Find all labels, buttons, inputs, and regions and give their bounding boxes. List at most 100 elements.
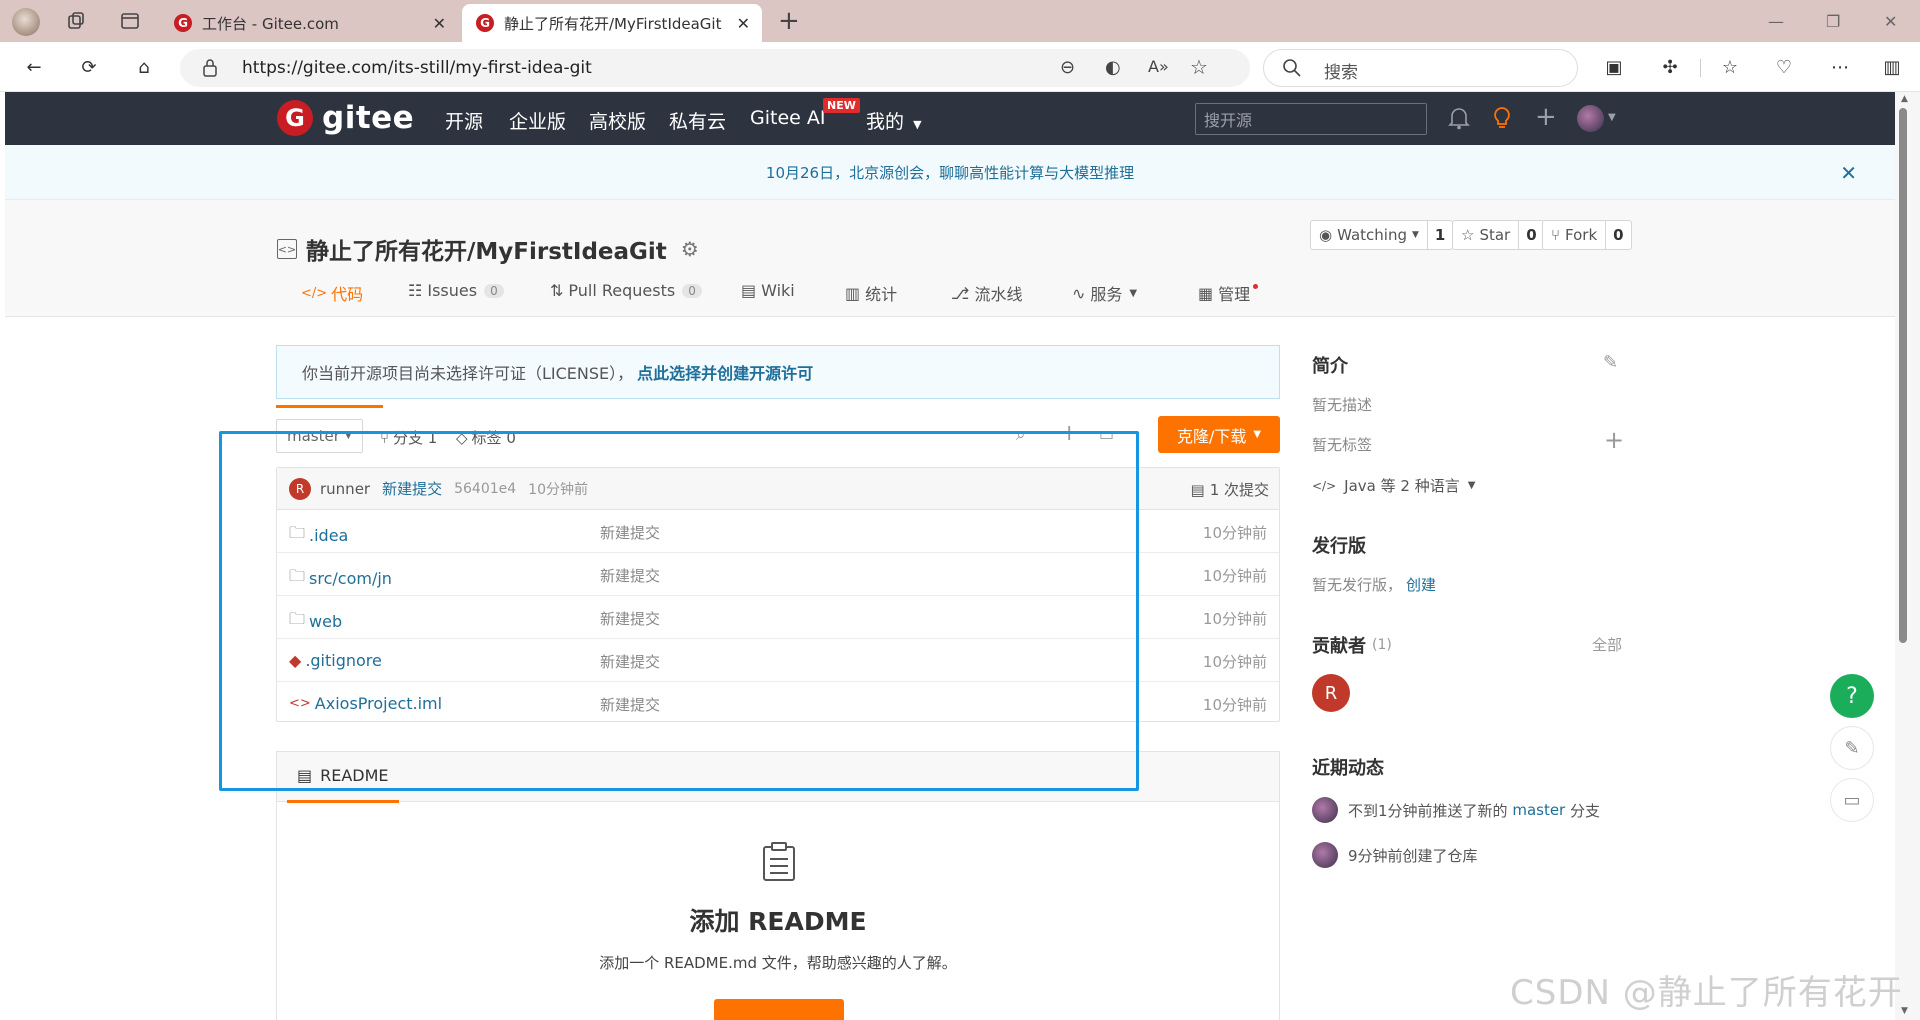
extensions-icon[interactable]: ✣ bbox=[1658, 55, 1682, 79]
back-icon[interactable]: ← bbox=[22, 55, 46, 79]
tab-manage-label: 管理 bbox=[1218, 285, 1251, 304]
pr-count: 0 bbox=[682, 283, 702, 298]
browser-tab-repo[interactable]: G 静止了所有花开/MyFirstIdeaGit ✕ bbox=[462, 4, 762, 42]
url-text[interactable]: https://gitee.com/its-still/my-first-ide… bbox=[242, 58, 592, 78]
repo-settings-icon[interactable]: ⚙ bbox=[681, 237, 699, 261]
activity-avatar[interactable] bbox=[1312, 842, 1338, 868]
home-icon[interactable]: ⌂ bbox=[132, 55, 156, 79]
commit-count-link[interactable]: ▤ 1 次提交 bbox=[1191, 479, 1270, 500]
scroll-up-icon[interactable]: ▲ bbox=[1901, 94, 1908, 104]
repo-title: <> 静止了所有花开/MyFirstIdeaGit ⚙ bbox=[277, 232, 699, 266]
tab-wiki[interactable]: ▤ Wiki bbox=[741, 281, 795, 300]
branch-link[interactable]: master bbox=[1512, 801, 1565, 819]
notice-text[interactable]: 10月26日，北京源创会，聊聊高性能计算与大模型推理 bbox=[766, 162, 1134, 183]
fork-button[interactable]: ⑂ Fork 0 bbox=[1542, 220, 1632, 250]
user-avatar[interactable] bbox=[1577, 105, 1604, 132]
tab-manage[interactable]: ▦ 管理 bbox=[1198, 281, 1259, 305]
scrollbar-thumb[interactable] bbox=[1899, 108, 1907, 643]
tab-title: 工作台 - Gitee.com bbox=[202, 14, 339, 33]
browser-toolbar: ← ⟳ ⌂ https://gitee.com/its-still/my-fir… bbox=[0, 42, 1920, 92]
nav-mine[interactable]: 我的 ▼ bbox=[866, 107, 922, 134]
favorites-icon[interactable]: ☆ bbox=[1718, 55, 1742, 79]
plus-icon[interactable]: + bbox=[1535, 102, 1557, 132]
bar-chart-icon: ▥ bbox=[845, 283, 861, 303]
star-label: Star bbox=[1479, 226, 1511, 244]
minimize-icon[interactable]: — bbox=[1768, 12, 1784, 31]
tab-issues-label: Issues bbox=[427, 281, 478, 300]
activity-avatar[interactable] bbox=[1312, 797, 1338, 823]
all-contributors-link[interactable]: 全部 bbox=[1592, 634, 1622, 655]
tab-pull-requests[interactable]: ⇅ Pull Requests 0 bbox=[550, 281, 702, 300]
gitee-logo[interactable]: G gitee bbox=[277, 100, 414, 136]
bell-icon[interactable] bbox=[1448, 106, 1470, 130]
sidebar-toggle-icon[interactable]: ▥ bbox=[1880, 55, 1904, 79]
zoom-icon[interactable]: ⊖ bbox=[1060, 57, 1075, 78]
activity-text: 9分钟前创建了仓库 bbox=[1348, 846, 1478, 865]
browser-tab-workbench[interactable]: G 工作台 - Gitee.com ✕ bbox=[166, 4, 458, 42]
close-window-icon[interactable]: ✕ bbox=[1884, 12, 1897, 31]
watching-label: Watching bbox=[1337, 226, 1407, 244]
search-icon bbox=[1282, 58, 1302, 78]
read-aloud-icon[interactable]: A» bbox=[1148, 57, 1169, 76]
add-tag-icon[interactable]: + bbox=[1604, 426, 1624, 454]
tab-stats[interactable]: ▥ 统计 bbox=[845, 281, 897, 305]
nav-gitee-ai[interactable]: Gitee AI bbox=[750, 107, 825, 129]
license-link[interactable]: 点此选择并创建开源许可 bbox=[637, 360, 813, 384]
lightbulb-icon[interactable] bbox=[1492, 106, 1512, 130]
lock-icon[interactable] bbox=[202, 58, 218, 78]
nav-private-cloud[interactable]: 私有云 bbox=[669, 107, 726, 134]
tab-pipeline[interactable]: ⎇ 流水线 bbox=[951, 281, 1022, 305]
collections-icon[interactable]: ▣ bbox=[1602, 55, 1626, 79]
activity-item: 9分钟前创建了仓库 bbox=[1312, 842, 1478, 868]
nav-mine-label: 我的 bbox=[866, 111, 905, 133]
contributor-avatar[interactable]: R bbox=[1312, 674, 1350, 712]
tab-code[interactable]: </> 代码 bbox=[301, 281, 363, 305]
wiki-icon: ▤ bbox=[741, 281, 757, 300]
issues-count: 0 bbox=[484, 283, 504, 298]
intro-title: 简介 bbox=[1312, 356, 1348, 377]
nav-enterprise[interactable]: 企业版 bbox=[509, 107, 566, 134]
tab-services[interactable]: ∿ 服务 ▼ bbox=[1072, 281, 1137, 305]
watching-button[interactable]: ◉ Watching ▼ 1 bbox=[1310, 220, 1454, 250]
browser-search-box[interactable]: 搜索 bbox=[1263, 49, 1578, 87]
issues-icon: ☷ bbox=[408, 281, 423, 300]
feedback-button[interactable]: ✎ bbox=[1830, 726, 1874, 770]
screen: G 工作台 - Gitee.com ✕ G 静止了所有花开/MyFirstIde… bbox=[0, 0, 1920, 1020]
edit-icon[interactable]: ✎ bbox=[1603, 352, 1618, 373]
tab-actions-icon[interactable] bbox=[120, 11, 140, 31]
clone-download-button[interactable]: 克隆/下载 ▼ bbox=[1158, 416, 1280, 453]
nav-opensource[interactable]: 开源 bbox=[445, 107, 483, 134]
favorite-star-icon[interactable]: ☆ bbox=[1190, 55, 1208, 79]
repo-title-text[interactable]: 静止了所有花开/MyFirstIdeaGit bbox=[306, 232, 667, 266]
star-button[interactable]: ☆ Star 0 bbox=[1452, 220, 1545, 250]
help-button[interactable]: ? bbox=[1830, 674, 1874, 718]
address-bar[interactable]: https://gitee.com/its-still/my-first-ide… bbox=[180, 49, 1250, 87]
language-dropdown[interactable]: </> Java 等 2 种语言 ▼ bbox=[1312, 475, 1475, 496]
tab-issues[interactable]: ☷ Issues 0 bbox=[408, 281, 504, 300]
chevron-down-icon[interactable]: ▼ bbox=[1608, 112, 1616, 123]
edge-app-icon[interactable]: ◐ bbox=[1105, 57, 1121, 78]
close-tab-icon[interactable]: ✕ bbox=[737, 14, 750, 33]
close-tab-icon[interactable]: ✕ bbox=[433, 14, 446, 33]
browser-essentials-icon[interactable]: ♡ bbox=[1772, 55, 1796, 79]
refresh-icon[interactable]: ⟳ bbox=[77, 55, 101, 79]
nav-education[interactable]: 高校版 bbox=[589, 107, 646, 134]
profile-avatar[interactable] bbox=[12, 8, 40, 36]
restore-icon[interactable]: ❐ bbox=[1826, 12, 1840, 31]
release-info: 暂无发行版， 创建 bbox=[1312, 574, 1436, 595]
chevron-down-icon: ▼ bbox=[1467, 480, 1476, 491]
tab-title: 静止了所有花开/MyFirstIdeaGit bbox=[504, 14, 722, 33]
gitee-favicon-icon: G bbox=[174, 14, 192, 32]
more-menu-icon[interactable]: ⋯ bbox=[1828, 55, 1852, 79]
chat-button[interactable]: ▭ bbox=[1830, 778, 1874, 822]
new-tab-icon[interactable]: + bbox=[778, 6, 800, 36]
readme-empty-title: 添加 README bbox=[689, 907, 867, 936]
create-release-link[interactable]: 创建 bbox=[1406, 574, 1436, 595]
gitee-search-input[interactable]: 搜开源 bbox=[1195, 103, 1427, 135]
workspaces-icon[interactable] bbox=[66, 11, 86, 31]
close-icon[interactable]: ✕ bbox=[1840, 161, 1857, 185]
gitee-favicon-icon: G bbox=[476, 14, 494, 32]
no-tags: 暂无标签 bbox=[1312, 436, 1373, 454]
csdn-watermark: CSDN @静止了所有花开 bbox=[1510, 973, 1903, 1013]
add-readme-button[interactable] bbox=[714, 999, 844, 1020]
